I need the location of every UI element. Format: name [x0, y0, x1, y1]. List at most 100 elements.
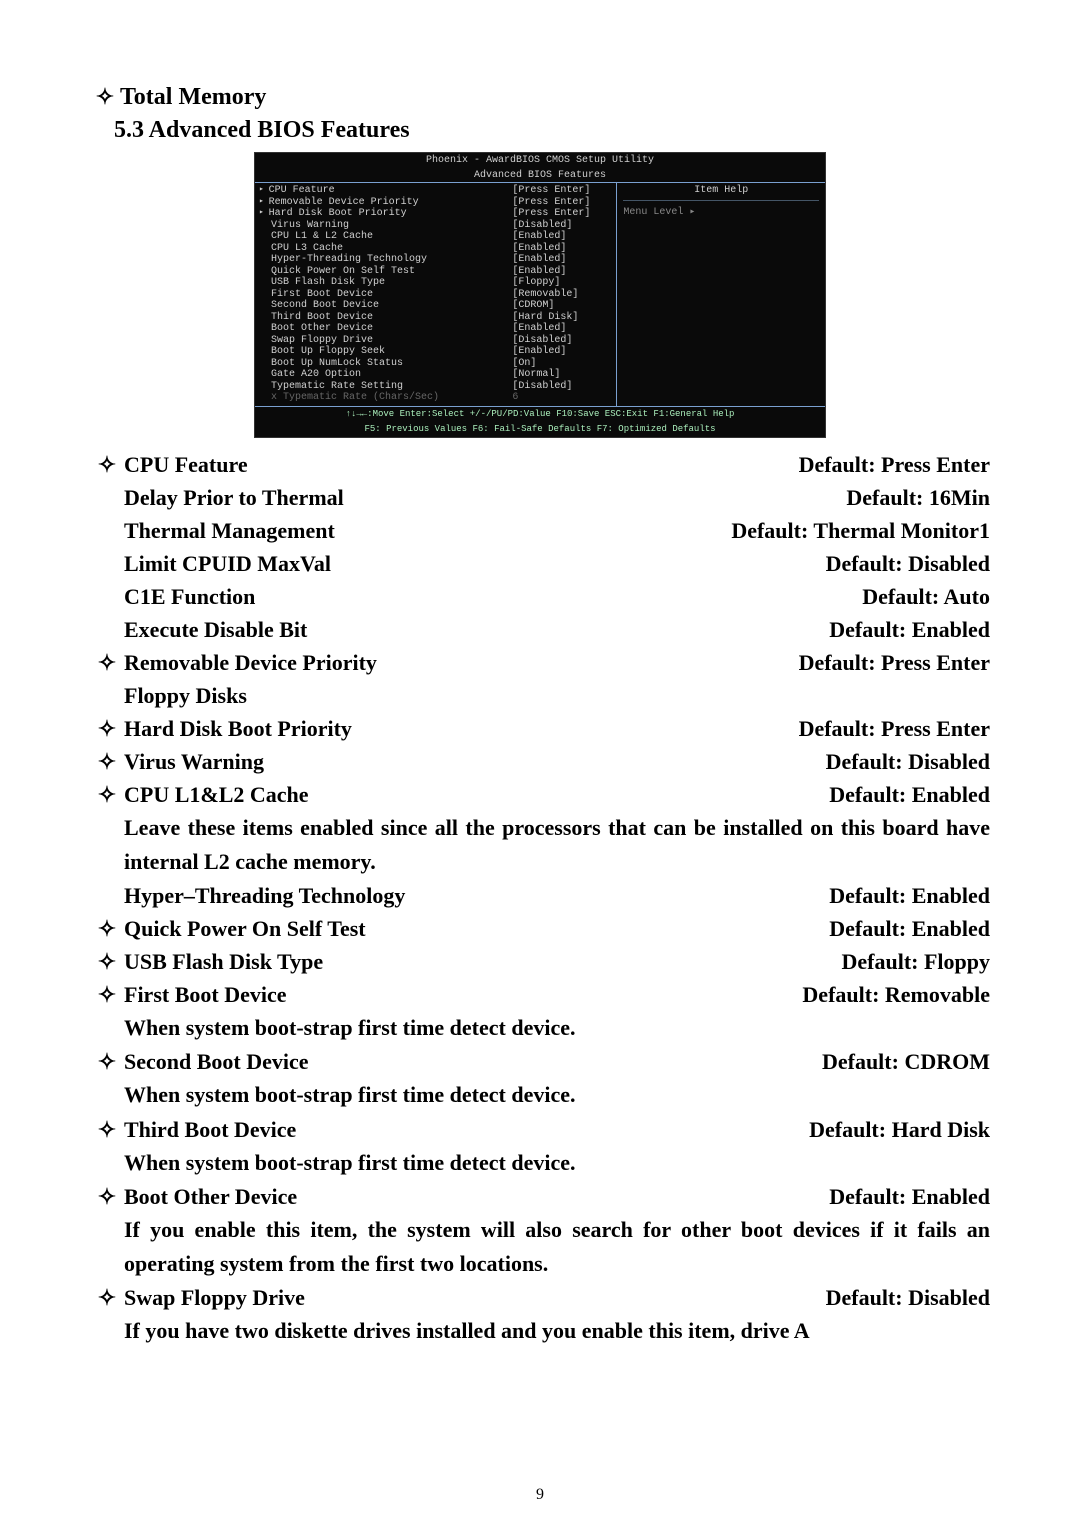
bios-row-label: Third Boot Device [271, 312, 512, 324]
bios-row-value: [Press Enter] [512, 208, 612, 220]
bios-row-value: [Press Enter] [512, 197, 612, 209]
bios-menu-level: Menu Level ▸ [623, 207, 819, 219]
bios-row-value: [CDROM] [512, 300, 612, 312]
paragraph-boot-other: If you enable this item, the system will… [124, 1213, 990, 1281]
bios-row: x Typematic Rate (Chars/Sec)6 [259, 392, 612, 404]
list-item: Delay Prior to ThermalDefault: 16Min [90, 481, 990, 514]
diamond-icon: ✧ [90, 1045, 124, 1078]
diamond-icon: ✧ [90, 745, 124, 778]
item-label: Hard Disk Boot Priority [124, 712, 787, 745]
bios-footer-1: ↑↓→←:Move Enter:Select +/-/PU/PD:Value F… [255, 407, 825, 422]
list-item: ✧Second Boot DeviceDefault: CDROM [90, 1045, 990, 1078]
bios-row: Boot Up NumLock Status[On] [259, 358, 612, 370]
bios-row-label: Hyper-Threading Technology [271, 254, 512, 266]
bios-row-label: x Typematic Rate (Chars/Sec) [271, 392, 512, 404]
bios-row: Removable Device Priority[Press Enter] [259, 197, 612, 209]
bios-title-line-1: Phoenix - AwardBIOS CMOS Setup Utility [255, 153, 825, 168]
bios-right-panel: Item Help Menu Level ▸ [617, 183, 825, 406]
bios-row-label: Second Boot Device [271, 300, 512, 312]
item-label: Execute Disable Bit [124, 613, 817, 646]
diamond-icon: ✧ [90, 1180, 124, 1213]
bios-row-label: CPU L1 & L2 Cache [271, 231, 512, 243]
diamond-icon: ✧ [90, 912, 124, 945]
diamond-icon: ✧ [90, 712, 124, 745]
bios-footer-2: F5: Previous Values F6: Fail-Safe Defaul… [255, 422, 825, 437]
bios-row-value: [Enabled] [512, 231, 612, 243]
list-item: ✧Hard Disk Boot PriorityDefault: Press E… [90, 712, 990, 745]
list-item: ✧Removable Device PriorityDefault: Press… [90, 646, 990, 679]
bios-row-value: [Enabled] [512, 254, 612, 266]
item-default: Default: Enabled [817, 879, 990, 912]
heading-total-memory: ✧ Total Memory [90, 84, 990, 111]
bios-row-value: [Press Enter] [512, 185, 612, 197]
item-default: Default: Disabled [814, 1281, 990, 1314]
list-item: ✧Quick Power On Self TestDefault: Enable… [90, 912, 990, 945]
bios-row-label: CPU L3 Cache [271, 243, 512, 255]
bios-row: CPU Feature[Press Enter] [259, 185, 612, 197]
bios-row: Boot Up Floppy Seek[Enabled] [259, 346, 612, 358]
item-default: Default: Enabled [817, 1180, 990, 1213]
bios-row-label: CPU Feature [269, 185, 513, 197]
item-default: Default: CDROM [810, 1045, 990, 1078]
bios-screenshot: Phoenix - AwardBIOS CMOS Setup Utility A… [254, 152, 826, 438]
bios-row: Gate A20 Option[Normal] [259, 369, 612, 381]
item-default: Default: Removable [790, 978, 990, 1011]
bios-row: CPU L3 Cache[Enabled] [259, 243, 612, 255]
item-default: Default: Press Enter [787, 448, 990, 481]
item-label: Virus Warning [124, 745, 814, 778]
item-label: USB Flash Disk Type [124, 945, 830, 978]
list-item: ✧Third Boot DeviceDefault: Hard Disk [90, 1113, 990, 1146]
bios-row-value: [Enabled] [512, 243, 612, 255]
item-default: Default: Enabled [817, 912, 990, 945]
item-label: Swap Floppy Drive [124, 1281, 814, 1314]
bios-row: Virus Warning[Disabled] [259, 220, 612, 232]
diamond-icon: ✧ [90, 978, 124, 1011]
item-default: Default: 16Min [834, 481, 990, 514]
list-item: Floppy Disks [90, 679, 990, 712]
bios-row: USB Flash Disk Type[Floppy] [259, 277, 612, 289]
bios-body: CPU Feature[Press Enter]Removable Device… [255, 182, 825, 407]
heading-total-memory-text: Total Memory [120, 84, 266, 111]
list-item: ✧Virus WarningDefault: Disabled [90, 745, 990, 778]
diamond-icon: ✧ [90, 945, 124, 978]
diamond-icon: ✧ [90, 778, 124, 811]
bios-row: Typematic Rate Setting[Disabled] [259, 381, 612, 393]
item-default: Default: Press Enter [787, 712, 990, 745]
list-item: ✧Boot Other DeviceDefault: Enabled [90, 1180, 990, 1213]
paragraph-l1l2-cache: Leave these items enabled since all the … [124, 811, 990, 879]
bios-row: Hyper-Threading Technology[Enabled] [259, 254, 612, 266]
bios-row-label: Typematic Rate Setting [271, 381, 512, 393]
paragraph-third-boot: When system boot-strap first time detect… [124, 1146, 990, 1180]
page-number: 9 [0, 1486, 1080, 1504]
bios-row: Boot Other Device[Enabled] [259, 323, 612, 335]
bios-row-label: Gate A20 Option [271, 369, 512, 381]
item-label: Delay Prior to Thermal [124, 481, 834, 514]
list-item: ✧USB Flash Disk TypeDefault: Floppy [90, 945, 990, 978]
bios-row: Hard Disk Boot Priority[Press Enter] [259, 208, 612, 220]
bios-row: Quick Power On Self Test[Enabled] [259, 266, 612, 278]
diamond-icon: ✧ [90, 1281, 124, 1314]
list-item: ✧CPU FeatureDefault: Press Enter [90, 448, 990, 481]
bios-row-value: [Normal] [512, 369, 612, 381]
bios-row-value: [Enabled] [512, 266, 612, 278]
item-label: CPU L1&L2 Cache [124, 778, 817, 811]
list-item: ✧CPU L1&L2 CacheDefault: Enabled [90, 778, 990, 811]
bios-row-label: Boot Other Device [271, 323, 512, 335]
item-label: Second Boot Device [124, 1045, 810, 1078]
list-item: Hyper–Threading TechnologyDefault: Enabl… [90, 879, 990, 912]
bios-row-value: [On] [512, 358, 612, 370]
item-default: Default: Press Enter [787, 646, 990, 679]
paragraph-swap-floppy: If you have two diskette drives installe… [124, 1314, 990, 1348]
item-default: Default: Hard Disk [797, 1113, 990, 1146]
bios-row-label: USB Flash Disk Type [271, 277, 512, 289]
list-item: Execute Disable BitDefault: Enabled [90, 613, 990, 646]
item-label: Floppy Disks [124, 679, 978, 712]
item-label: Thermal Management [124, 514, 719, 547]
item-label: Third Boot Device [124, 1113, 797, 1146]
bios-row-label: Removable Device Priority [269, 197, 513, 209]
bios-row: CPU L1 & L2 Cache[Enabled] [259, 231, 612, 243]
bios-row-value: [Disabled] [512, 220, 612, 232]
bios-row: Swap Floppy Drive[Disabled] [259, 335, 612, 347]
paragraph-second-boot: When system boot-strap first time detect… [124, 1078, 990, 1112]
bios-row-label: Quick Power On Self Test [271, 266, 512, 278]
